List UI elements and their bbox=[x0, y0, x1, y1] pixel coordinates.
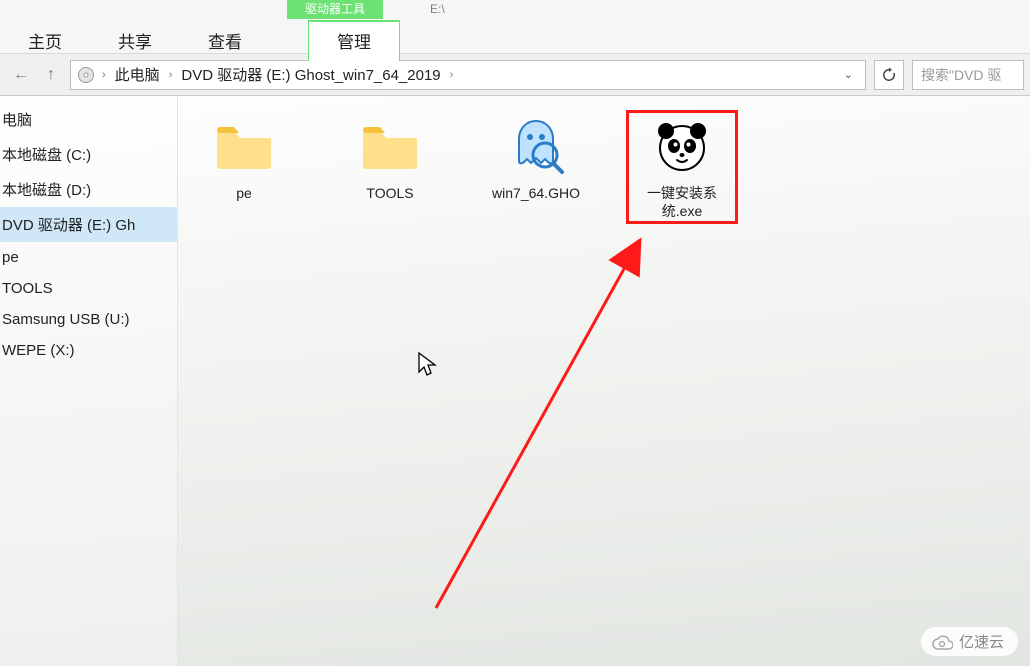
sidebar-item-dvd-e[interactable]: DVD 驱动器 (E:) Gh bbox=[0, 207, 177, 242]
ribbon-context-tab[interactable]: 驱动器工具 bbox=[287, 0, 383, 19]
cloud-icon bbox=[931, 633, 953, 651]
search-input[interactable]: 搜索"DVD 驱 bbox=[912, 60, 1024, 90]
file-item-installer-exe[interactable]: 一键安装系统.exe bbox=[630, 114, 734, 220]
crumb-drive[interactable]: DVD 驱动器 (E:) Ghost_win7_64_2019 bbox=[179, 64, 442, 85]
file-label: 一键安装系统.exe bbox=[630, 184, 734, 220]
sidebar-item-pe[interactable]: pe bbox=[0, 242, 177, 273]
mouse-cursor-icon bbox=[418, 352, 438, 378]
panda-icon bbox=[642, 114, 722, 178]
watermark-text: 亿速云 bbox=[959, 631, 1004, 652]
crumb-pc[interactable]: 此电脑 bbox=[113, 64, 162, 85]
sidebar: 电脑 本地磁盘 (C:) 本地磁盘 (D:) DVD 驱动器 (E:) Gh p… bbox=[0, 96, 178, 666]
sidebar-item-drive-c[interactable]: 本地磁盘 (C:) bbox=[0, 137, 177, 172]
tab-home[interactable]: 主页 bbox=[0, 22, 90, 61]
sidebar-item-wepe[interactable]: WEPE (X:) bbox=[0, 335, 177, 366]
tab-share[interactable]: 共享 bbox=[90, 22, 180, 61]
explorer-body: 电脑 本地磁盘 (C:) 本地磁盘 (D:) DVD 驱动器 (E:) Gh p… bbox=[0, 96, 1030, 666]
file-label: TOOLS bbox=[338, 184, 442, 202]
ghost-icon bbox=[496, 114, 576, 178]
sidebar-item-drive-d[interactable]: 本地磁盘 (D:) bbox=[0, 172, 177, 207]
breadcrumb[interactable]: › 此电脑 › DVD 驱动器 (E:) Ghost_win7_64_2019 … bbox=[70, 60, 866, 90]
refresh-icon bbox=[881, 67, 897, 83]
tab-manage[interactable]: 管理 bbox=[308, 20, 400, 61]
refresh-button[interactable] bbox=[874, 60, 904, 90]
file-pane[interactable]: pe TOOLS win7_64.GHO bbox=[178, 96, 1030, 666]
sidebar-item-tools[interactable]: TOOLS bbox=[0, 273, 177, 304]
tab-view[interactable]: 查看 bbox=[180, 22, 270, 61]
chevron-right-icon: › bbox=[446, 69, 458, 81]
file-item-pe[interactable]: pe bbox=[192, 114, 296, 220]
sidebar-item-samsung-usb[interactable]: Samsung USB (U:) bbox=[0, 304, 177, 335]
watermark: 亿速云 bbox=[921, 627, 1018, 656]
chevron-down-icon[interactable]: ⌄ bbox=[838, 68, 859, 81]
file-label: win7_64.GHO bbox=[484, 184, 588, 202]
nav-up-button[interactable]: ↑ bbox=[40, 64, 62, 86]
nav-back-button[interactable]: ← bbox=[10, 64, 32, 86]
folder-icon bbox=[350, 114, 430, 178]
file-item-tools[interactable]: TOOLS bbox=[338, 114, 442, 220]
chevron-right-icon: › bbox=[165, 69, 177, 81]
sidebar-item-pc[interactable]: 电脑 bbox=[0, 102, 177, 137]
file-label: pe bbox=[192, 184, 296, 202]
ribbon-drive-letter: E:\ bbox=[430, 0, 445, 18]
ribbon: 驱动器工具 E:\ 主页 共享 查看 管理 bbox=[0, 0, 1030, 54]
disc-icon bbox=[77, 66, 95, 84]
chevron-right-icon: › bbox=[98, 69, 110, 81]
file-item-gho[interactable]: win7_64.GHO bbox=[484, 114, 588, 220]
folder-icon bbox=[204, 114, 284, 178]
